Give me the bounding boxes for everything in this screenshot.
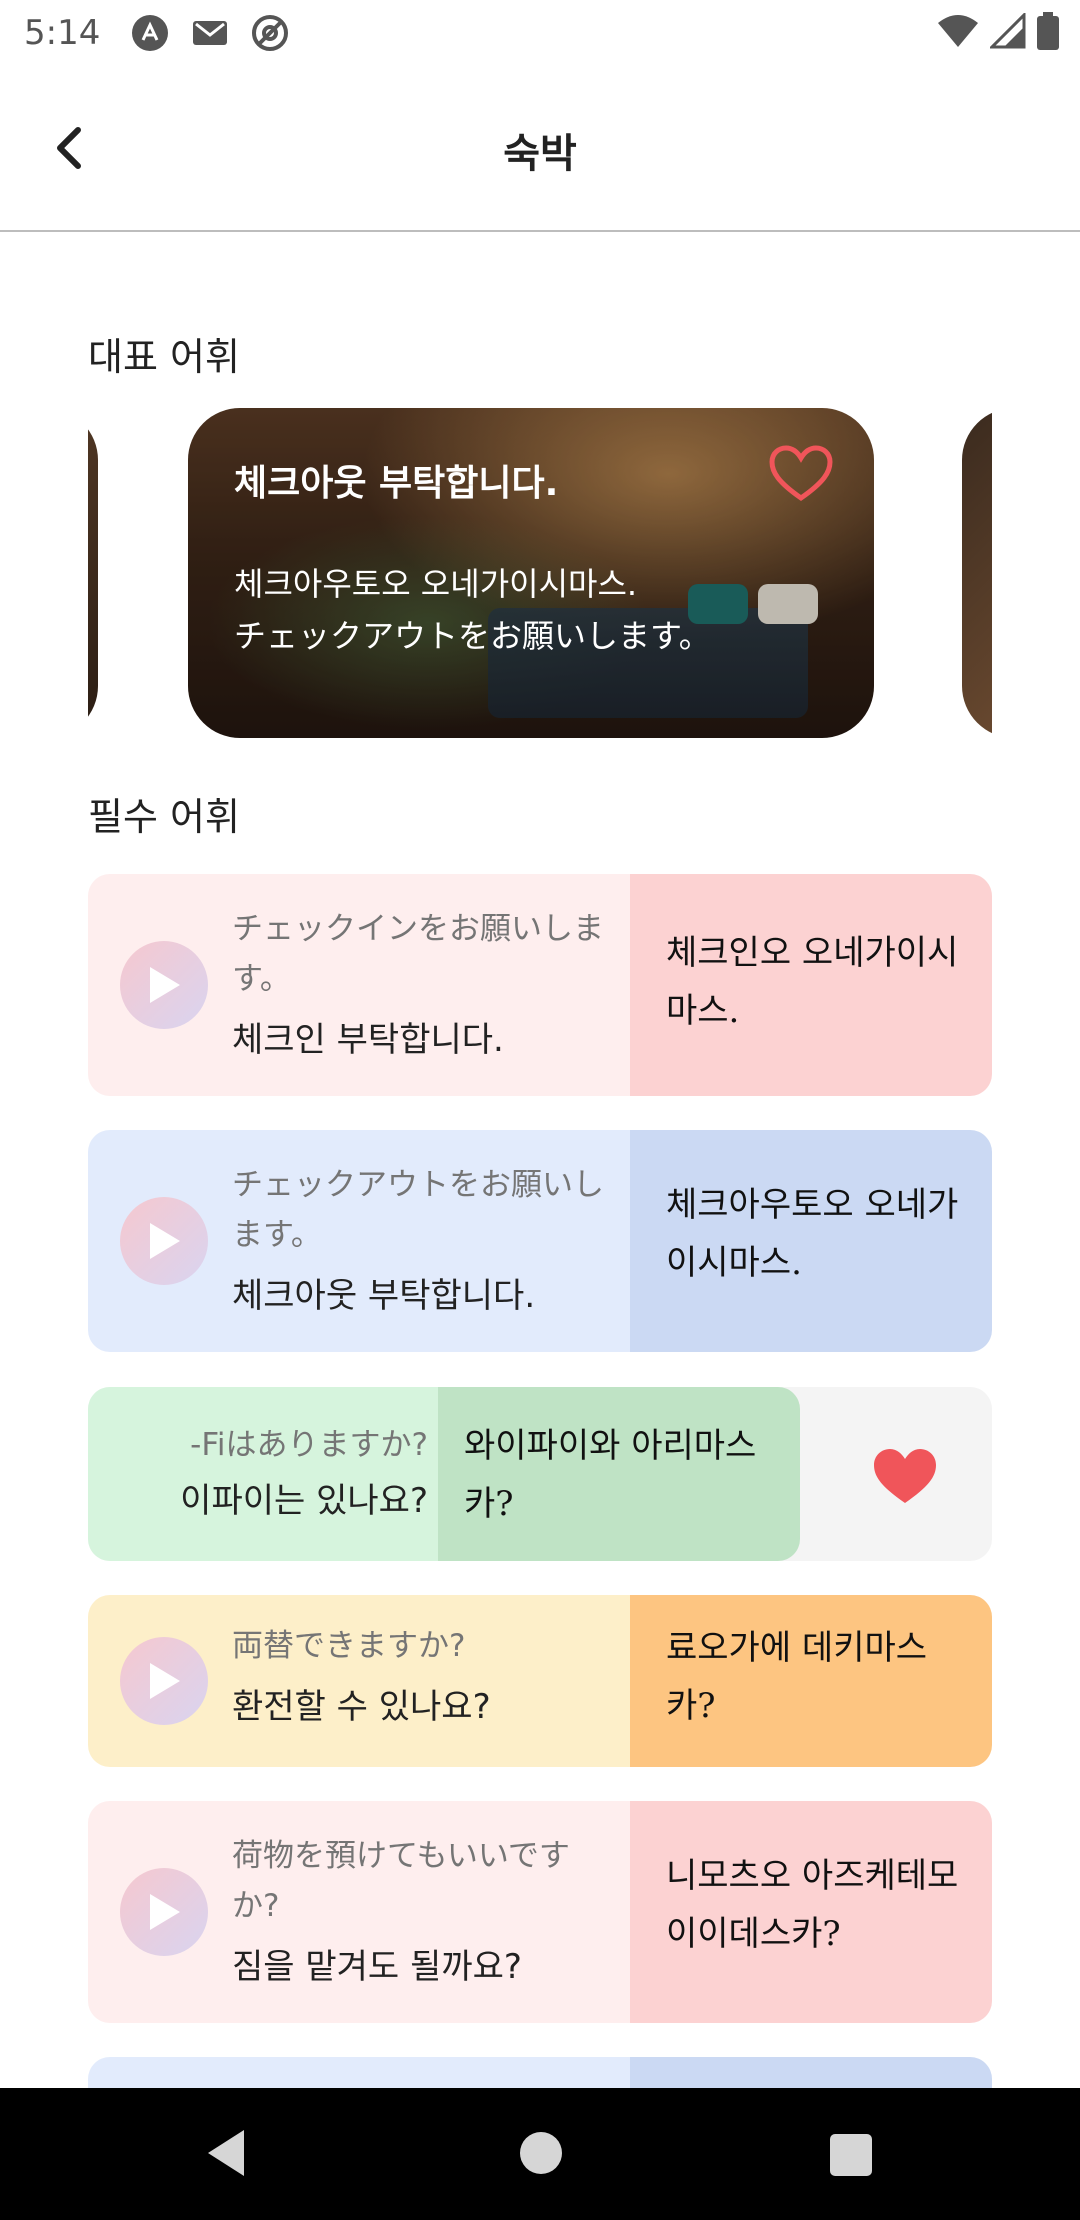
status-bar: 5:14 — [0, 0, 1080, 66]
reading-text: 체크인오 오네가이시마스. — [630, 874, 992, 1096]
featured-card-japanese: チェックアウトをお願いします。 — [234, 617, 711, 655]
reading-text: 니모츠오 아즈케테모 이이데스카? — [630, 1801, 992, 2023]
essential-section-title: 필수 어휘 — [88, 795, 240, 839]
vocab-item-swiped[interactable]: -Fiはありますか? 이파이는 있나요? 와이파이와 아리마스카? — [88, 1387, 992, 1561]
heart-outline-icon[interactable] — [768, 444, 834, 504]
play-button[interactable] — [120, 1637, 208, 1725]
carousel-card-previous[interactable] — [88, 408, 98, 738]
featured-carousel[interactable]: 체크아웃 부탁합니다. 체크아우토오 오네가이시마스. チェックアウトをお願いし… — [88, 408, 992, 738]
play-button[interactable] — [120, 1868, 208, 1956]
korean-text: 체크아웃 부탁합니다. — [232, 1276, 536, 1316]
play-icon — [150, 1663, 180, 1699]
nav-back-icon[interactable] — [204, 2128, 248, 2178]
vocab-item[interactable]: 両替できますか? 환전할 수 있나요? 료오가에 데키마스카? — [88, 1595, 992, 1767]
nav-home-icon[interactable] — [520, 2132, 562, 2174]
play-button[interactable] — [120, 1197, 208, 1285]
play-icon — [150, 1223, 180, 1259]
reading-text: 체크아우토오 오네가이시마스. — [630, 1130, 992, 1352]
app-notification-icon — [132, 15, 169, 51]
japanese-text: 荷物を預けてもいいですか? — [232, 1838, 570, 1924]
korean-text: 체크인 부탁합니다. — [232, 1020, 504, 1060]
vocab-item[interactable]: 荷物を預けてもいいですか? 짐을 맡겨도 될까요? 니모츠오 아즈케테모 이이데… — [88, 1801, 992, 2023]
battery-icon — [1037, 12, 1059, 50]
korean-text: 짐을 맡겨도 될까요? — [232, 1947, 522, 1987]
featured-section-title: 대표 어휘 — [88, 335, 240, 379]
reading-text: 료오가에 데키마스카? — [630, 1595, 992, 1767]
featured-card-reading: 체크아우토오 오네가이시마스. — [234, 565, 638, 603]
featured-card[interactable]: 체크아웃 부탁합니다. 체크아우토오 오네가이시마스. チェックアウトをお願いし… — [188, 408, 874, 738]
japanese-text: -Fiはありますか? — [190, 1427, 428, 1463]
vocab-item[interactable]: チェックアウトをお願いします。 체크아웃 부탁합니다. 체크아우토오 오네가이시… — [88, 1130, 992, 1352]
status-time: 5:14 — [24, 13, 101, 53]
korean-text: 환전할 수 있나요? — [232, 1687, 491, 1727]
heart-filled-icon[interactable] — [872, 1447, 938, 1507]
play-icon — [150, 967, 180, 1003]
play-icon — [150, 1894, 180, 1930]
vocab-item[interactable]: チェックインをお願いします。 체크인 부탁합니다. 체크인오 오네가이시마스. — [88, 874, 992, 1096]
reading-text: 와이파이와 아리마스카? — [438, 1387, 800, 1561]
featured-card-title: 체크아웃 부탁합니다. — [234, 463, 559, 504]
japanese-text: チェックインをお願いします。 — [232, 911, 604, 997]
featured-card-subtitle: 체크아우토오 오네가이시마스. チェックアウトをお願いします。 — [234, 558, 711, 662]
nav-recents-icon[interactable] — [830, 2134, 872, 2176]
at-sign-icon — [252, 15, 289, 51]
app-header: 숙박 — [0, 66, 1080, 232]
cell-signal-icon — [990, 13, 1026, 49]
japanese-text: 両替できますか? — [232, 1628, 466, 1664]
korean-text: 이파이는 있나요? — [180, 1481, 428, 1521]
wifi-icon — [938, 15, 978, 47]
system-nav-bar — [0, 2088, 1080, 2220]
japanese-text: チェックアウトをお願いします。 — [232, 1167, 604, 1253]
page-title: 숙박 — [503, 131, 577, 177]
carousel-card-next[interactable] — [962, 408, 992, 738]
play-button[interactable] — [120, 941, 208, 1029]
gmail-icon — [193, 21, 228, 45]
